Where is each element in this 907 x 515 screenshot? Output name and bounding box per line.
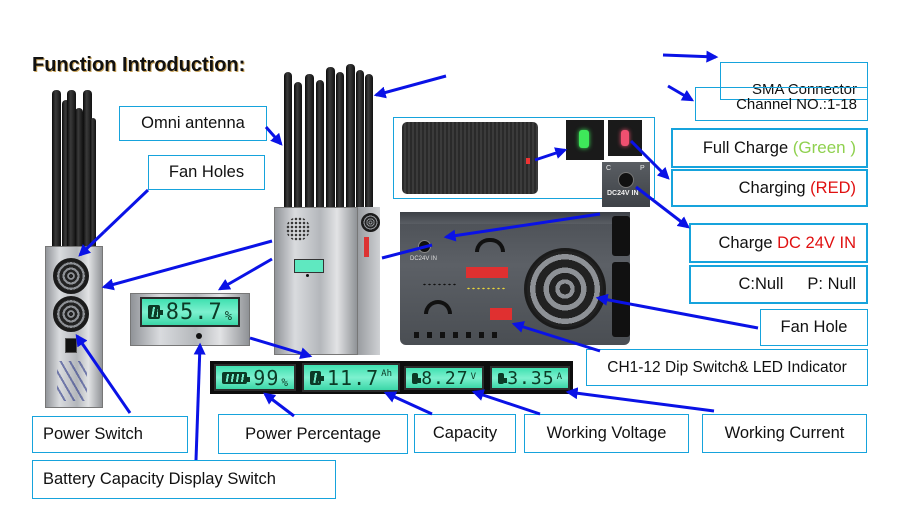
arrow-side-panel xyxy=(381,243,433,260)
arrow-capacity xyxy=(383,391,433,416)
arrow-channel-no xyxy=(667,84,695,102)
arrow-charge-dc xyxy=(635,185,690,229)
arrow-power-switch xyxy=(75,334,132,414)
arrow-power-percentage xyxy=(263,392,295,418)
arrow-main-display xyxy=(217,257,273,291)
arrow-lcd-connection xyxy=(249,336,313,359)
arrow-working-voltage xyxy=(471,389,541,416)
arrow-fan-holes-b xyxy=(78,230,106,257)
arrow-antenna-top xyxy=(373,74,447,99)
arrow-charger-led xyxy=(534,147,568,162)
arrow-sma-connector xyxy=(662,50,719,63)
arrow-dip-switch xyxy=(511,321,601,353)
arrow-omni-antenna xyxy=(264,126,283,146)
arrow-dc-port xyxy=(443,212,601,242)
arrow-fan-holes xyxy=(102,188,150,234)
arrow-side-fan xyxy=(101,239,273,291)
arrows-layer xyxy=(75,50,759,461)
arrow-fan-hole xyxy=(595,293,759,330)
arrow-display-switch xyxy=(193,342,206,461)
arrow-working-current xyxy=(565,387,715,413)
arrow-charging xyxy=(629,139,670,180)
